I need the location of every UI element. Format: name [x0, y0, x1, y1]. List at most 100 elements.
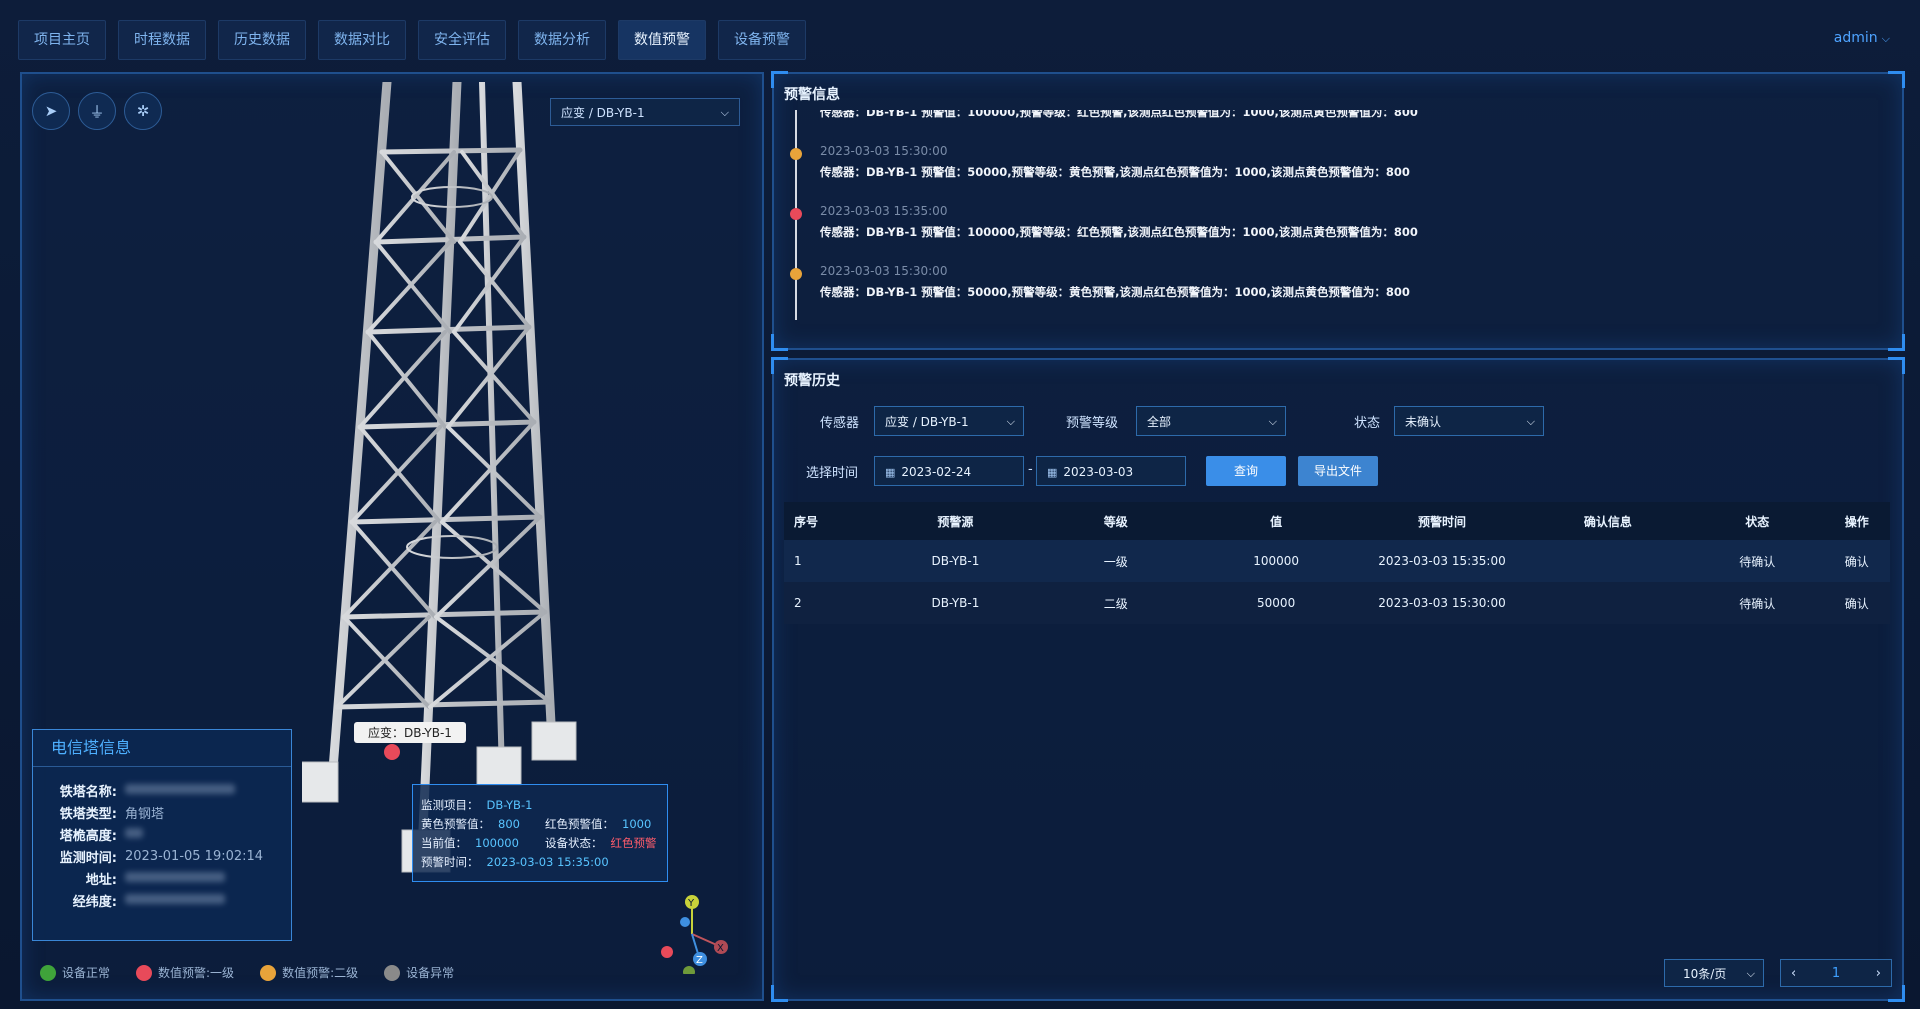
- status-filter-select[interactable]: 未确认 ⌵: [1394, 406, 1544, 436]
- confirm-link[interactable]: 确认: [1823, 540, 1890, 582]
- table-cell: 2: [784, 582, 873, 624]
- time-filter-label: 选择时间: [806, 466, 859, 481]
- popup-item-value: DB-YB-1: [486, 797, 533, 812]
- popup-red-label: 红色预警值：: [545, 816, 614, 831]
- tower-info-key: 铁塔类型:: [59, 806, 117, 822]
- tower-info-value: [125, 783, 235, 798]
- timeline-message: 传感器：DB-YB-1 预警值：50000,预警等级：黄色预警,该测点红色预警值…: [820, 285, 1410, 299]
- level-filter-select[interactable]: 全部 ⌵: [1136, 406, 1286, 436]
- popup-status-label: 设备状态：: [545, 835, 603, 850]
- status-legend: 设备正常 数值预警:一级 数值预警:二级 设备异常: [40, 964, 454, 981]
- tab-1[interactable]: 项目主页: [18, 20, 106, 60]
- tab-8[interactable]: 设备预警: [718, 20, 806, 60]
- prev-page-icon[interactable]: ‹: [1791, 966, 1796, 981]
- axis-gizmo[interactable]: Y X Z: [647, 884, 737, 974]
- legend-label: 数值预警:二级: [282, 966, 359, 980]
- tab-3[interactable]: 历史数据: [218, 20, 306, 60]
- table-cell: 2023-03-03 15:30:00: [1359, 582, 1525, 624]
- tower-info-row: 铁塔类型: 角钢塔: [33, 801, 291, 823]
- level-filter-value: 全部: [1147, 415, 1172, 429]
- column-header: 值: [1193, 502, 1360, 540]
- column-header: 操作: [1823, 502, 1890, 540]
- calendar-icon: ▦: [1047, 466, 1058, 479]
- export-button[interactable]: 导出文件: [1298, 456, 1378, 486]
- status-filter-label: 状态: [1354, 416, 1381, 431]
- tower-info-key: 铁塔名称:: [59, 784, 117, 800]
- view-tools: ➤ ⏚ ✲: [32, 92, 162, 130]
- status-filter-value: 未确认: [1405, 415, 1442, 429]
- tab-2[interactable]: 时程数据: [118, 20, 206, 60]
- popup-red-value: 1000: [622, 816, 652, 831]
- tab-5[interactable]: 安全评估: [418, 20, 506, 60]
- page-size-select[interactable]: 10条/页 ⌵: [1664, 959, 1764, 987]
- tower-info-row: 铁塔名称:: [33, 779, 291, 801]
- warning-info-panel: 预警信息 传感器：DB-YB-1 预警值：100000,预警等级：红色预警,该测…: [771, 71, 1905, 351]
- timeline-message: 传感器：DB-YB-1 预警值：100000,预警等级：红色预警,该测点红色预警…: [820, 110, 1418, 119]
- table-cell: 一级: [1038, 540, 1194, 582]
- column-header: 预警源: [872, 502, 1039, 540]
- table-row: 1 DB-YB-1 一级 100000 2023-03-03 15:35:00 待确认 确认: [784, 540, 1890, 582]
- column-header: 状态: [1690, 502, 1824, 540]
- table-cell: 50000: [1193, 582, 1360, 624]
- table-body: 1 DB-YB-1 一级 100000 2023-03-03 15:35:00 待确认 确认…: [784, 540, 1890, 624]
- tower-info-value: [125, 871, 225, 886]
- popup-time-value: 2023-03-03 15:35:00: [486, 854, 609, 869]
- sensor-filter-select[interactable]: 应变 / DB-YB-1 ⌵: [874, 406, 1024, 436]
- table-cell: DB-YB-1: [872, 582, 1039, 624]
- legend-item: 设备异常: [384, 964, 454, 981]
- popup-yellow-value: 800: [498, 816, 520, 831]
- tower-info-row: 地址:: [33, 867, 291, 889]
- panel-corner: [1888, 71, 1905, 88]
- panel-corner: [22, 74, 36, 88]
- calendar-icon: ▦: [885, 466, 896, 479]
- legend-label: 设备正常: [62, 966, 111, 980]
- page-size-value: 10条/页: [1683, 967, 1727, 981]
- tab-7[interactable]: 数值预警: [618, 20, 706, 60]
- popup-time-label: 预警时间：: [421, 854, 479, 869]
- sensor-filter-value: 应变 / DB-YB-1: [885, 415, 969, 429]
- timeline-time: 2023-03-03 15:30:00: [820, 144, 948, 158]
- panel-corner: [771, 985, 788, 1002]
- confirm-link[interactable]: 确认: [1823, 582, 1890, 624]
- popup-yellow-label: 黄色预警值：: [421, 816, 490, 831]
- locate-icon[interactable]: ➤: [32, 92, 70, 130]
- date-end-value: 2023-03-03: [1063, 465, 1134, 479]
- legend-dot: [40, 964, 56, 981]
- top-nav: 项目主页 时程数据 历史数据 数据对比 安全评估 数据分析 数值预警 设备预警: [18, 20, 806, 60]
- timeline-time: 2023-03-03 15:35:00: [820, 204, 948, 218]
- tab-4[interactable]: 数据对比: [318, 20, 406, 60]
- panel-corner: [22, 985, 36, 999]
- tower-info-card: 电信塔信息 铁塔名称: 铁塔类型: 角钢塔 塔桅高度: 监测时间: 2023-01-05 …: [32, 729, 292, 941]
- query-button[interactable]: 查询: [1206, 456, 1286, 486]
- warning-timeline[interactable]: 传感器：DB-YB-1 预警值：100000,预警等级：红色预警,该测点红色预警…: [782, 110, 1892, 342]
- date-start-input[interactable]: ▦ 2023-02-24: [874, 456, 1024, 486]
- date-end-input[interactable]: ▦ 2023-03-03: [1036, 456, 1186, 486]
- date-separator: -: [1028, 462, 1033, 477]
- legend-label: 设备异常: [406, 966, 455, 980]
- tower-info-title: 电信塔信息: [33, 730, 291, 767]
- chevron-down-icon: ⌵: [1006, 415, 1015, 428]
- user-menu[interactable]: admin ⌵: [1834, 30, 1890, 46]
- tower-info-row: 塔桅高度:: [33, 823, 291, 845]
- tower-info-value: [125, 827, 143, 842]
- explode-icon[interactable]: ✲: [124, 92, 162, 130]
- sensor-marker[interactable]: [384, 744, 400, 760]
- table-cell: [1524, 540, 1691, 582]
- chevron-down-icon: ⌵: [720, 106, 729, 119]
- next-page-icon[interactable]: ›: [1876, 966, 1881, 981]
- popup-current-label: 当前值：: [421, 835, 467, 850]
- table-cell: DB-YB-1: [872, 540, 1039, 582]
- tower-info-value: 角钢塔: [125, 806, 165, 822]
- filter-icon[interactable]: ⏚: [78, 92, 116, 130]
- tower-info-value: 2023-01-05 19:02:14: [125, 848, 264, 864]
- sensor-tag[interactable]: 应变：DB-YB-1: [354, 722, 466, 743]
- timeline-time: 2023-03-03 15:30:00: [820, 264, 948, 278]
- legend-item: 数值预警:一级: [136, 964, 234, 981]
- panel-corner: [748, 74, 762, 88]
- panel-corner: [748, 985, 762, 999]
- tab-6[interactable]: 数据分析: [518, 20, 606, 60]
- popup-current-value: 100000: [475, 835, 519, 850]
- current-page[interactable]: 1: [1832, 966, 1840, 981]
- panel-corner: [1888, 985, 1905, 1002]
- legend-dot: [136, 964, 153, 981]
